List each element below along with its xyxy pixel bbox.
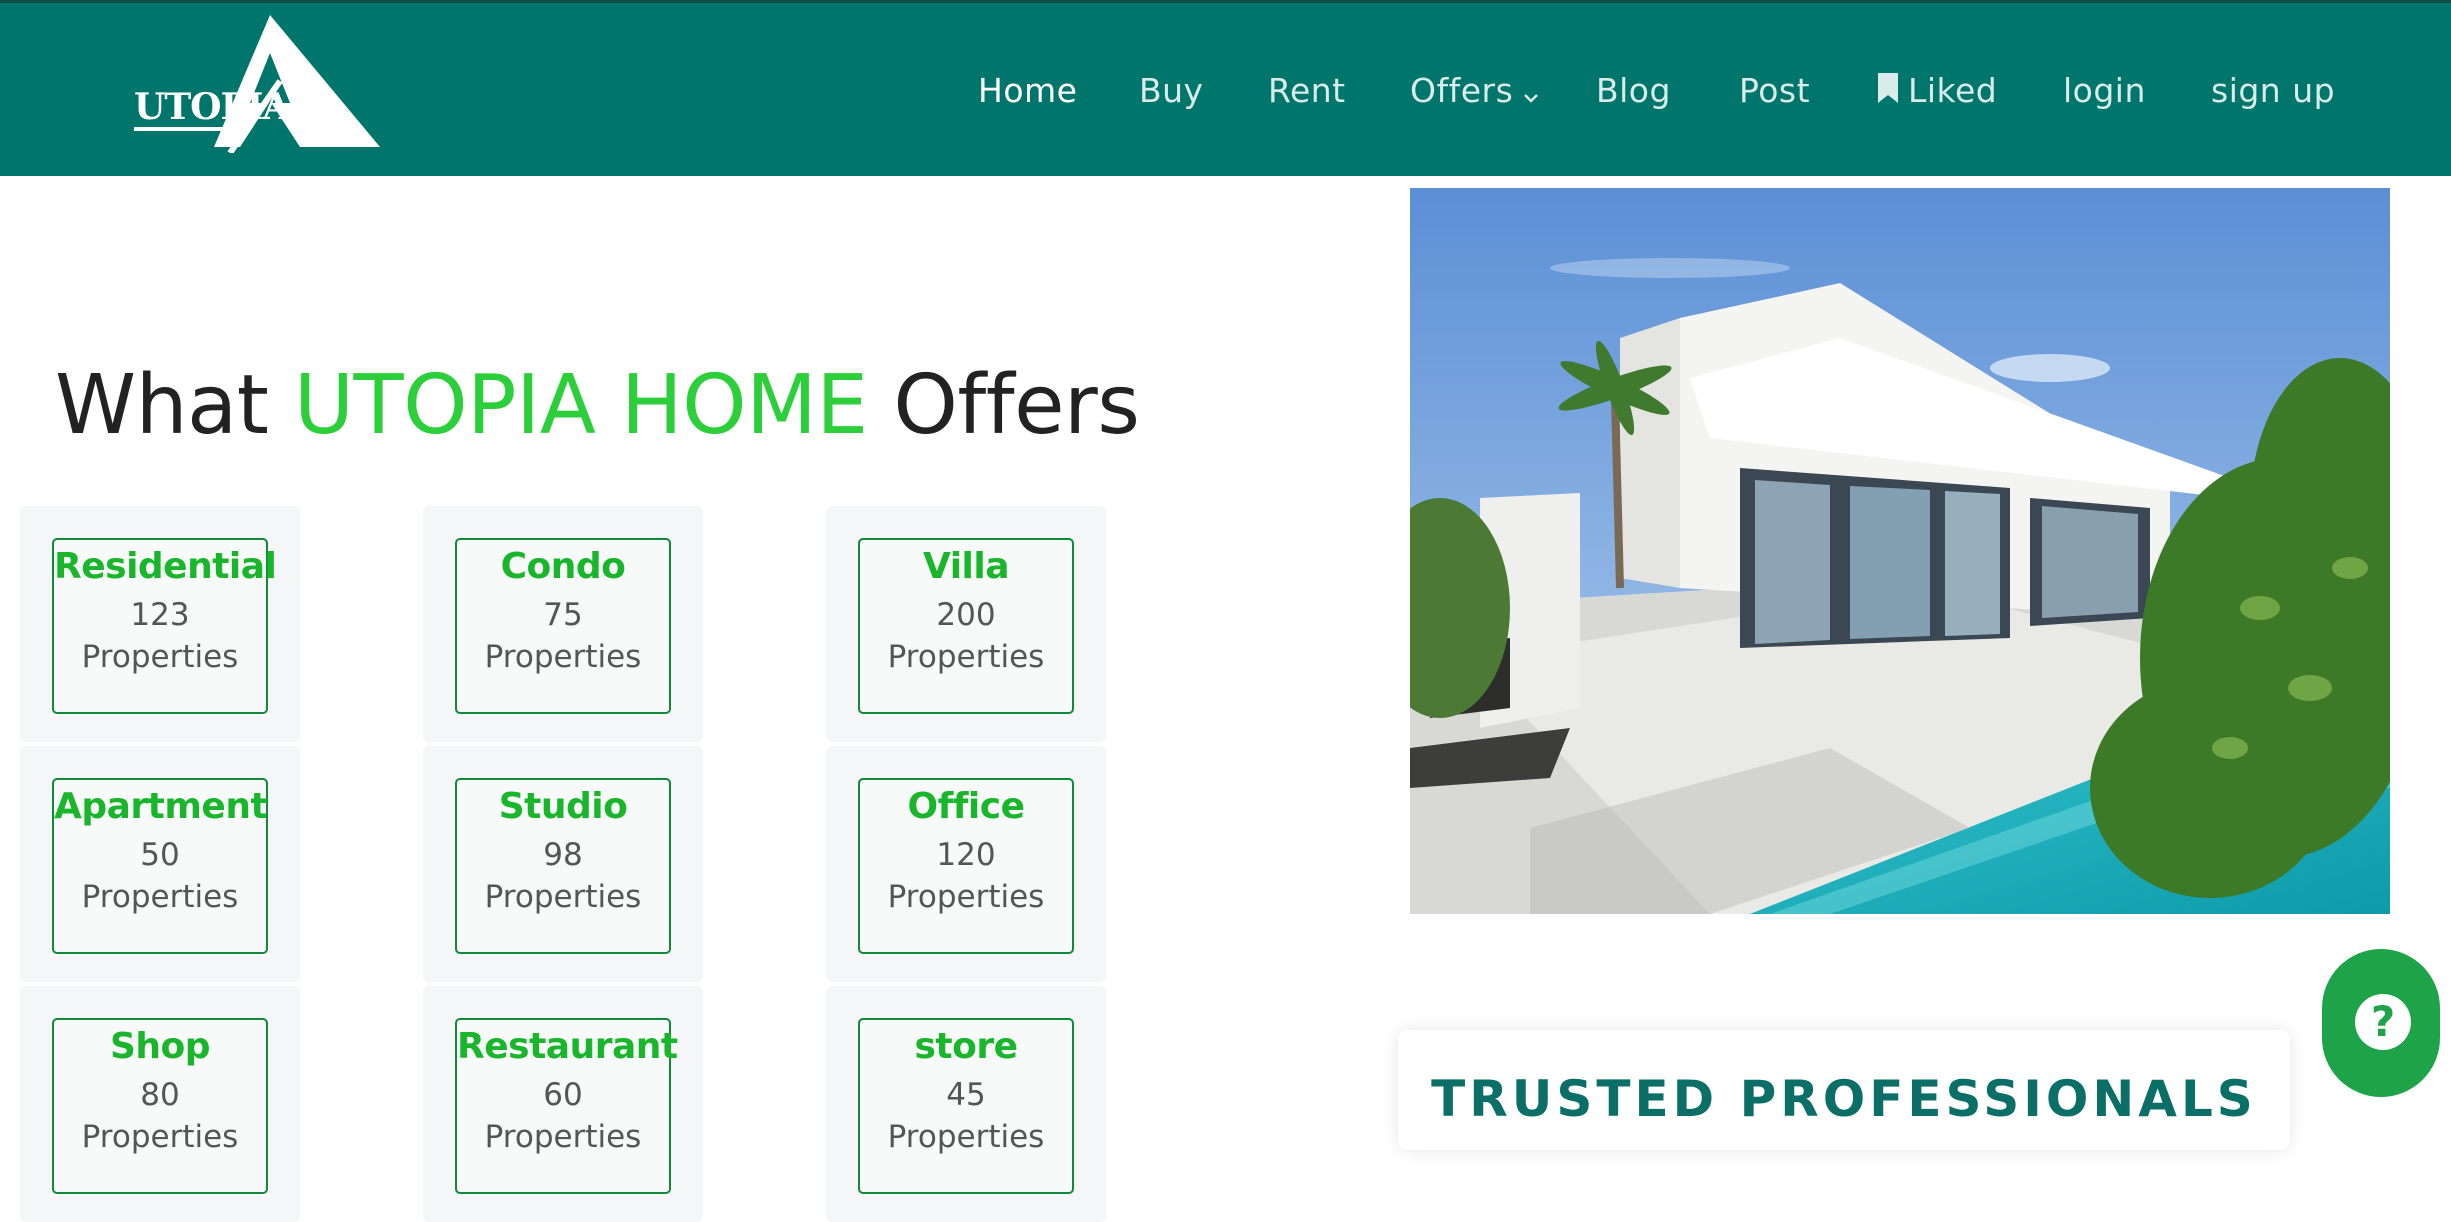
category-title: Residential bbox=[54, 546, 277, 587]
utopia-logo[interactable]: UTOPIA bbox=[130, 15, 380, 155]
category-card-shop[interactable]: Shop 80 Properties bbox=[52, 1018, 268, 1194]
nav-rent[interactable]: Rent bbox=[1268, 71, 1346, 110]
nav-buy[interactable]: Buy bbox=[1139, 71, 1204, 110]
nav-home[interactable]: Home bbox=[978, 71, 1077, 110]
category-title: Office bbox=[907, 786, 1025, 827]
title-highlight: UTOPIA HOME bbox=[294, 358, 868, 453]
question-icon: ? bbox=[2355, 994, 2411, 1050]
nav-liked[interactable]: Liked bbox=[1876, 71, 1997, 113]
category-label: Properties bbox=[484, 1119, 642, 1155]
category-title: store bbox=[914, 1026, 1018, 1067]
category-count: 200 bbox=[936, 597, 996, 633]
category-label: Properties bbox=[81, 639, 239, 675]
category-label: Properties bbox=[81, 1119, 239, 1155]
trusted-title: TRUSTED PROFESSIONALS bbox=[1431, 1070, 2257, 1128]
category-count: 60 bbox=[543, 1077, 583, 1113]
category-title: Condo bbox=[500, 546, 626, 587]
nav-buy-label: Buy bbox=[1139, 71, 1204, 110]
category-label: Properties bbox=[887, 639, 1045, 675]
category-count: 45 bbox=[946, 1077, 986, 1113]
svg-text:UTOPIA: UTOPIA bbox=[134, 86, 291, 128]
nav-offers-label: Offers bbox=[1410, 71, 1514, 110]
category-label: Properties bbox=[887, 879, 1045, 915]
bookmark-icon bbox=[1876, 71, 1900, 113]
category-card-apartment[interactable]: Apartment 50 Properties bbox=[52, 778, 268, 954]
category-cell: Restaurant 60 Properties bbox=[423, 986, 703, 1222]
category-title: Restaurant bbox=[457, 1026, 678, 1067]
category-cell: Villa 200 Properties bbox=[826, 506, 1106, 742]
category-title: Apartment bbox=[54, 786, 268, 827]
category-count: 123 bbox=[130, 597, 190, 633]
hero-house-image bbox=[1410, 188, 2390, 914]
title-suffix: Offers bbox=[893, 358, 1140, 453]
nav-signup[interactable]: sign up bbox=[2211, 71, 2335, 110]
nav-home-label: Home bbox=[978, 71, 1078, 110]
category-cell: Residential 123 Properties bbox=[20, 506, 300, 742]
category-title: Villa bbox=[922, 546, 1010, 587]
nav-post[interactable]: Post bbox=[1739, 71, 1810, 110]
category-card-restaurant[interactable]: Restaurant 60 Properties bbox=[455, 1018, 678, 1194]
category-cell: Apartment 50 Properties bbox=[20, 746, 300, 982]
category-label: Properties bbox=[484, 639, 642, 675]
category-count: 75 bbox=[543, 597, 583, 633]
category-title: Shop bbox=[109, 1026, 211, 1067]
nav-signup-label: sign up bbox=[2211, 71, 2336, 110]
category-cell: Shop 80 Properties bbox=[20, 986, 300, 1222]
category-label: Properties bbox=[81, 879, 239, 915]
nav-post-label: Post bbox=[1739, 71, 1811, 110]
category-card-studio[interactable]: Studio 98 Properties bbox=[455, 778, 671, 954]
category-card-store[interactable]: store 45 Properties bbox=[858, 1018, 1074, 1194]
category-count: 50 bbox=[140, 837, 180, 873]
category-card-office[interactable]: Office 120 Properties bbox=[858, 778, 1074, 954]
category-count: 98 bbox=[543, 837, 583, 873]
category-cell: Office 120 Properties bbox=[826, 746, 1106, 982]
category-count: 120 bbox=[936, 837, 996, 873]
nav-login-label: login bbox=[2063, 71, 2146, 110]
category-cell: store 45 Properties bbox=[826, 986, 1106, 1222]
nav-blog[interactable]: Blog bbox=[1596, 71, 1671, 110]
nav-blog-label: Blog bbox=[1596, 71, 1671, 110]
category-label: Properties bbox=[887, 1119, 1045, 1155]
category-card-villa[interactable]: Villa 200 Properties bbox=[858, 538, 1074, 714]
category-title: Studio bbox=[498, 786, 628, 827]
trusted-professionals-section: TRUSTED PROFESSIONALS bbox=[1398, 1030, 2290, 1150]
title-prefix: What bbox=[55, 358, 269, 453]
category-cell: Condo 75 Properties bbox=[423, 506, 703, 742]
category-label: Properties bbox=[484, 879, 642, 915]
category-count: 80 bbox=[140, 1077, 180, 1113]
chevron-down-icon bbox=[1523, 73, 1539, 112]
help-button[interactable]: ? bbox=[2322, 949, 2440, 1097]
nav-login[interactable]: login bbox=[2063, 71, 2146, 110]
page-title: What UTOPIA HOME Offers bbox=[55, 358, 1140, 453]
nav-offers[interactable]: Offers bbox=[1410, 71, 1539, 112]
navbar: UTOPIA Home Buy Rent Offers Blog Post Li… bbox=[0, 0, 2451, 176]
category-card-condo[interactable]: Condo 75 Properties bbox=[455, 538, 671, 714]
nav-liked-label: Liked bbox=[1908, 71, 1998, 110]
category-card-residential[interactable]: Residential 123 Properties bbox=[52, 538, 277, 714]
logo-icon: UTOPIA bbox=[134, 15, 380, 155]
category-cell: Studio 98 Properties bbox=[423, 746, 703, 982]
nav-rent-label: Rent bbox=[1268, 71, 1346, 110]
